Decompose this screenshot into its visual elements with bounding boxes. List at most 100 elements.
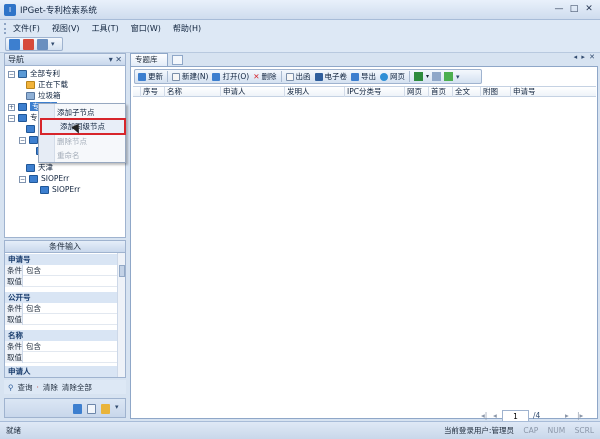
- search-icon: ⚲: [8, 383, 14, 392]
- cond-row[interactable]: 取值: [5, 314, 117, 325]
- ctx-rename-node: 重命名: [57, 149, 123, 162]
- search-tool-icon[interactable]: [23, 39, 34, 50]
- document-area: 专题库 ◂ ▸ ✕ 更新 新建(N) 打开(O) ✕删除 出函 电子卷 导出 网…: [130, 53, 598, 419]
- tree-node-tianjin[interactable]: 天津: [26, 162, 53, 173]
- collapse-icon[interactable]: −: [8, 115, 15, 122]
- col-header-figures[interactable]: 附图: [481, 87, 511, 97]
- clear-all-button[interactable]: 清除全部: [62, 382, 92, 393]
- print-icon[interactable]: [432, 72, 441, 81]
- cond-group-name[interactable]: 名称: [5, 330, 117, 341]
- col-header-application-no[interactable]: 申请号: [511, 87, 596, 97]
- menu-tools[interactable]: 工具(T): [90, 23, 121, 34]
- col-header-first-page[interactable]: 首页: [429, 87, 453, 97]
- letter-button[interactable]: 出函: [286, 71, 311, 82]
- first-page-icon[interactable]: ◂|: [481, 411, 487, 420]
- menu-help[interactable]: 帮助(H): [171, 23, 203, 34]
- status-text: 就绪: [6, 422, 21, 439]
- tree-node-child-a[interactable]: [26, 123, 38, 134]
- col-header-fulltext[interactable]: 全文: [453, 87, 481, 97]
- menu-view[interactable]: 视图(V): [50, 23, 82, 34]
- trash-icon: [26, 92, 35, 100]
- collapse-icon[interactable]: −: [19, 137, 26, 144]
- col-indicator: [133, 87, 141, 97]
- cond-row[interactable]: 条件 包含: [5, 265, 117, 276]
- new-tab-icon[interactable]: [172, 55, 183, 65]
- delete-icon: ✕: [253, 72, 259, 81]
- dropdown-arrow-icon[interactable]: ▾: [426, 73, 429, 80]
- condition-panel-title: 条件输入: [5, 241, 125, 253]
- expand-icon[interactable]: +: [8, 104, 15, 111]
- query-bar: ⚲ 查询 · 清除 清除全部: [4, 380, 126, 394]
- clear-button[interactable]: 清除: [43, 382, 58, 393]
- export-icon: [351, 73, 359, 81]
- open-button[interactable]: 打开(O): [212, 71, 249, 82]
- navigation-title: 导航: [8, 55, 24, 64]
- scrollbar-thumb[interactable]: [119, 265, 125, 277]
- col-header-webpage[interactable]: 网页: [405, 87, 429, 97]
- menu-window[interactable]: 窗口(W): [129, 23, 163, 34]
- last-page-icon[interactable]: |▸: [577, 411, 583, 420]
- collapse-icon[interactable]: −: [8, 71, 15, 78]
- current-user-label: 当前登录用户:管理员: [444, 426, 514, 435]
- tree-node-topic[interactable]: −专: [8, 112, 38, 123]
- cond-group-application-no[interactable]: 申请号: [5, 254, 117, 265]
- condition-scrollbar[interactable]: [117, 253, 125, 377]
- maximize-button[interactable]: □: [567, 3, 581, 16]
- tree-node-siop-parent[interactable]: −SIOPErr: [19, 173, 69, 184]
- col-header-ipc[interactable]: IPC分类号: [345, 87, 405, 97]
- menu-file[interactable]: 文件(F): [11, 23, 42, 34]
- library-icon[interactable]: [73, 404, 82, 414]
- cond-row[interactable]: 条件 包含: [5, 303, 117, 314]
- title-bar: I IPGet-专利检索系统 — □ ✕: [0, 0, 600, 20]
- ctx-delete-node: 删除节点: [57, 135, 123, 148]
- col-header-name[interactable]: 名称: [165, 87, 221, 97]
- sync-icon[interactable]: [444, 72, 453, 81]
- close-button[interactable]: ✕: [582, 3, 596, 16]
- menu-grip-handle[interactable]: [4, 23, 7, 34]
- col-header-index[interactable]: 序号: [141, 87, 165, 97]
- document-icon[interactable]: [87, 404, 96, 414]
- navigate-icon[interactable]: [9, 39, 20, 50]
- tab-topic-library[interactable]: 专题库: [130, 53, 168, 66]
- toolbar-overflow-icon[interactable]: ▾: [456, 73, 460, 81]
- footer-overflow-icon[interactable]: ▾: [115, 403, 119, 411]
- cond-row[interactable]: 取值: [5, 352, 117, 363]
- next-page-icon[interactable]: ▸: [565, 411, 569, 420]
- query-button[interactable]: 查询: [18, 382, 33, 393]
- window-title: IPGet-专利检索系统: [20, 4, 97, 16]
- refresh-button[interactable]: 更新: [138, 71, 163, 82]
- menu-bar: 文件(F) 视图(V) 工具(T) 窗口(W) 帮助(H): [0, 20, 600, 36]
- tree-node-all-patents[interactable]: −全部专利: [8, 68, 60, 79]
- letter-icon: [286, 73, 294, 81]
- e-volume-button[interactable]: 电子卷: [315, 71, 348, 82]
- tree-node-siop-child[interactable]: SIOPErr: [40, 184, 80, 195]
- navigation-header-buttons[interactable]: ▾ ✕: [109, 54, 122, 66]
- webpage-button[interactable]: 网页: [380, 71, 405, 82]
- e-volume-icon: [315, 73, 323, 81]
- app-icon: I: [4, 4, 16, 16]
- result-grid-header: 序号 名称 申请人 发明人 IPC分类号 网页 首页 全文 附图 申请号: [133, 86, 596, 97]
- tree-node-trash[interactable]: 垃圾箱: [26, 90, 61, 101]
- excel-icon[interactable]: [414, 72, 423, 81]
- minimize-button[interactable]: —: [552, 3, 566, 16]
- delete-button[interactable]: ✕删除: [253, 71, 276, 82]
- tree-node-downloading[interactable]: 正在下载: [26, 79, 68, 90]
- settings-icon[interactable]: [37, 39, 48, 50]
- main-toolbar: ▾: [0, 36, 600, 53]
- star-icon[interactable]: [101, 404, 110, 414]
- collapse-icon[interactable]: −: [19, 176, 26, 183]
- cond-group-applicant[interactable]: 申请人: [5, 366, 117, 377]
- main-toolbar-strip: ▾: [5, 37, 63, 51]
- tab-scroll-arrows[interactable]: ◂ ▸ ✕: [574, 53, 596, 61]
- cond-row[interactable]: 条件 包含: [5, 341, 117, 352]
- status-indicators: 当前登录用户:管理员 CAP NUM SCRL: [437, 422, 594, 439]
- export-button[interactable]: 导出: [351, 71, 376, 82]
- prev-page-icon[interactable]: ◂: [493, 411, 497, 420]
- toolbar-overflow-icon[interactable]: ▾: [51, 40, 55, 48]
- cond-row[interactable]: 取值: [5, 276, 117, 287]
- condition-panel: 条件输入 申请号 条件 包含 取值 公开号 条件 包含 取值 名称 条件 包含 …: [4, 240, 126, 378]
- col-header-applicant[interactable]: 申请人: [221, 87, 285, 97]
- col-header-inventor[interactable]: 发明人: [285, 87, 345, 97]
- cond-group-publication-no[interactable]: 公开号: [5, 292, 117, 303]
- new-button[interactable]: 新建(N): [172, 71, 208, 82]
